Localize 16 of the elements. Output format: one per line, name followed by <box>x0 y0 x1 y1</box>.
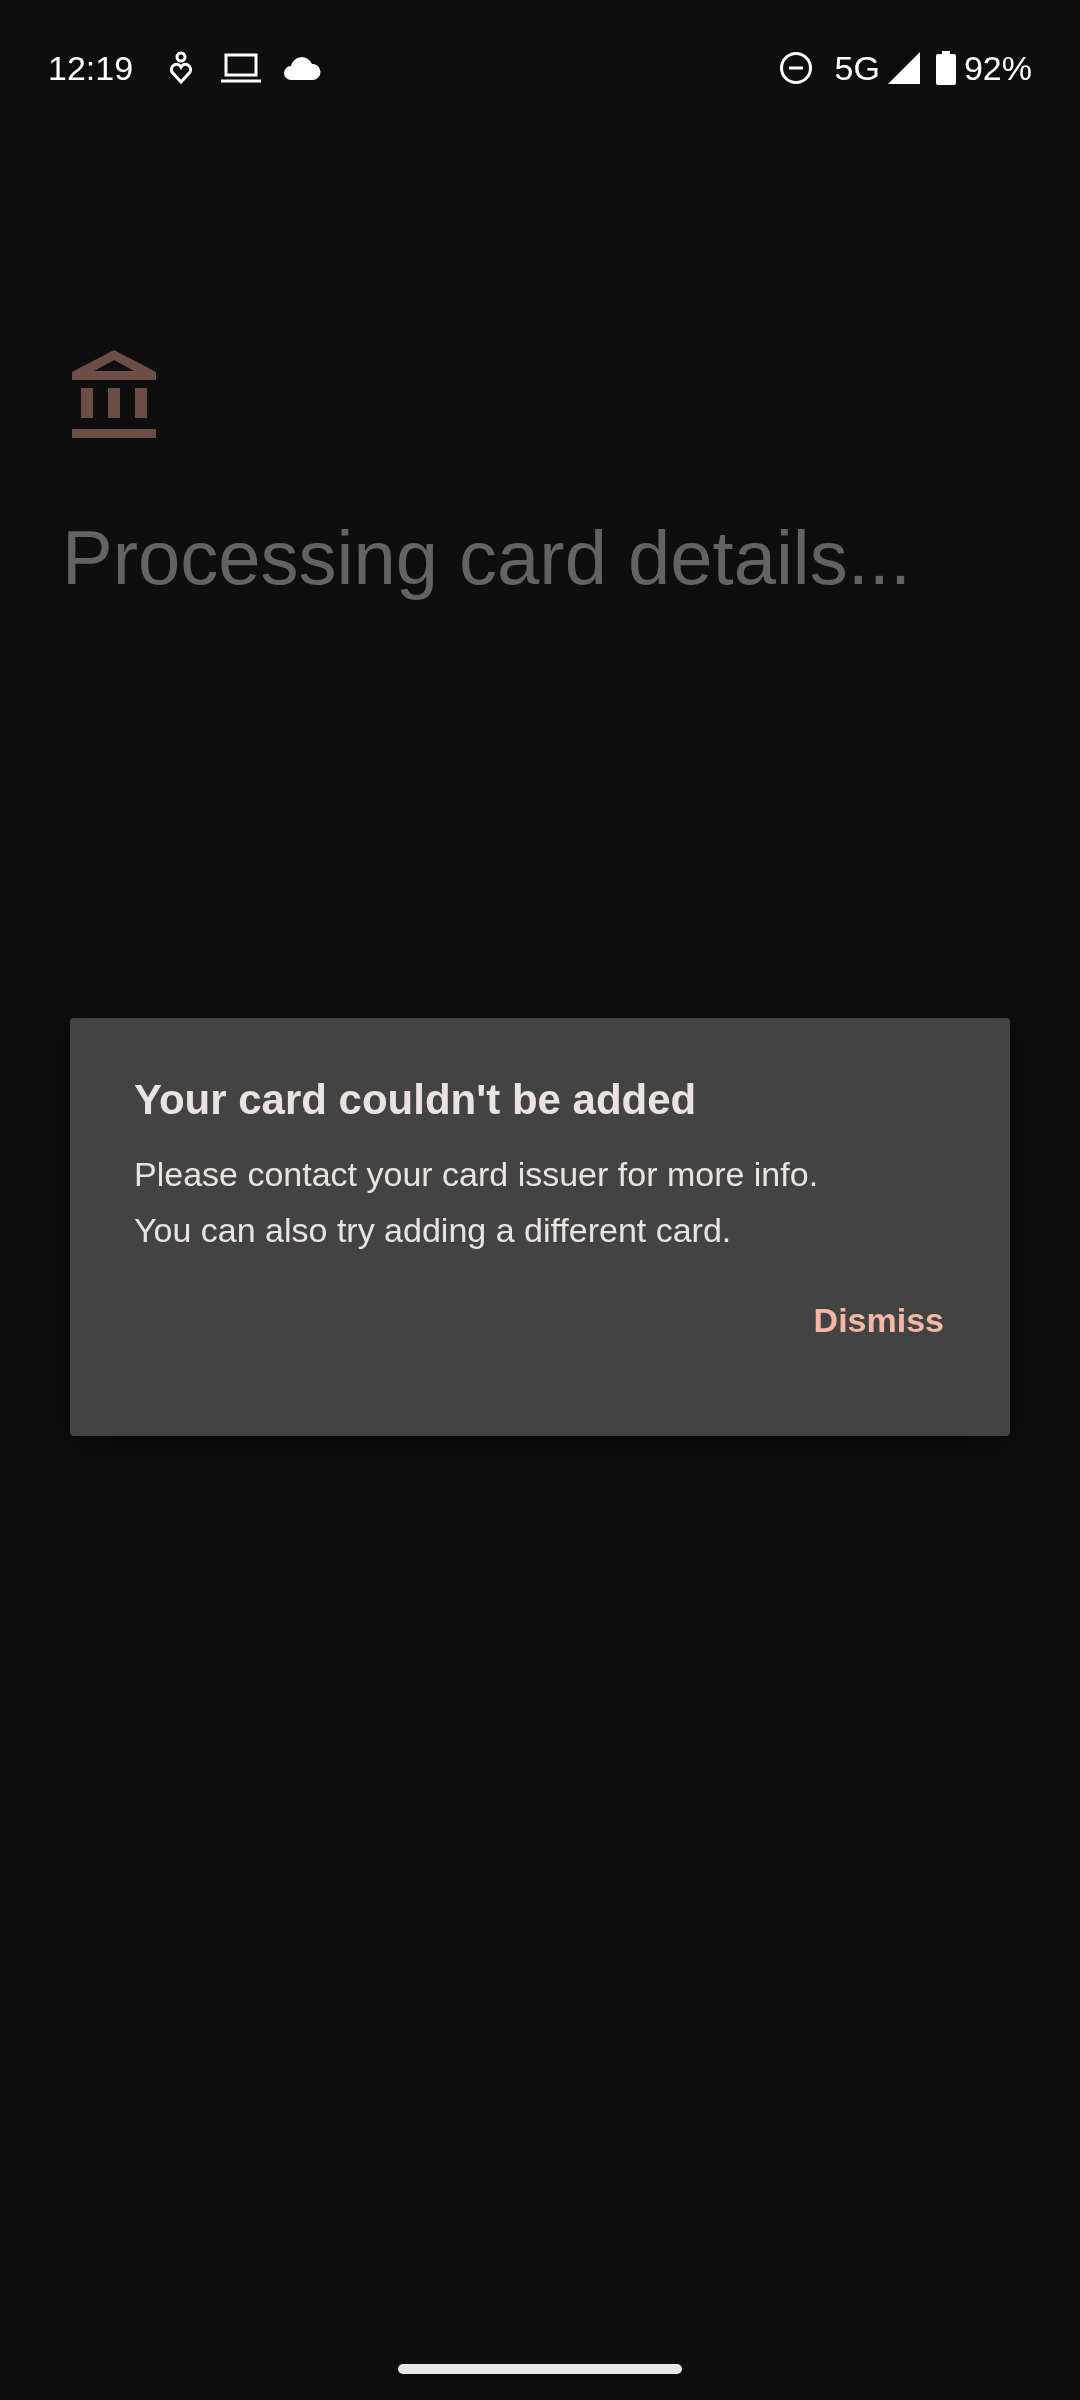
signal-icon <box>887 52 920 84</box>
dismiss-button[interactable]: Dismiss <box>811 1296 946 1344</box>
battery-icon <box>935 51 956 85</box>
dialog-message: Please contact your card issuer for more info. <box>134 1154 820 1195</box>
cloud-icon <box>283 55 322 81</box>
network-type: 5G <box>834 47 880 89</box>
screen-title: Processing card details... <box>61 514 913 602</box>
bank-icon <box>72 350 156 438</box>
location-heart-icon <box>169 51 194 85</box>
dialog-message: You can also try adding a different card. <box>134 1210 733 1251</box>
do-not-disturb-icon <box>778 51 813 85</box>
home-indicator[interactable] <box>398 2364 682 2374</box>
dialog-title: Your card couldn't be added <box>134 1075 698 1125</box>
laptop-icon <box>221 52 262 84</box>
clock: 12:19 <box>48 47 134 89</box>
battery-percentage: 92% <box>963 47 1032 89</box>
